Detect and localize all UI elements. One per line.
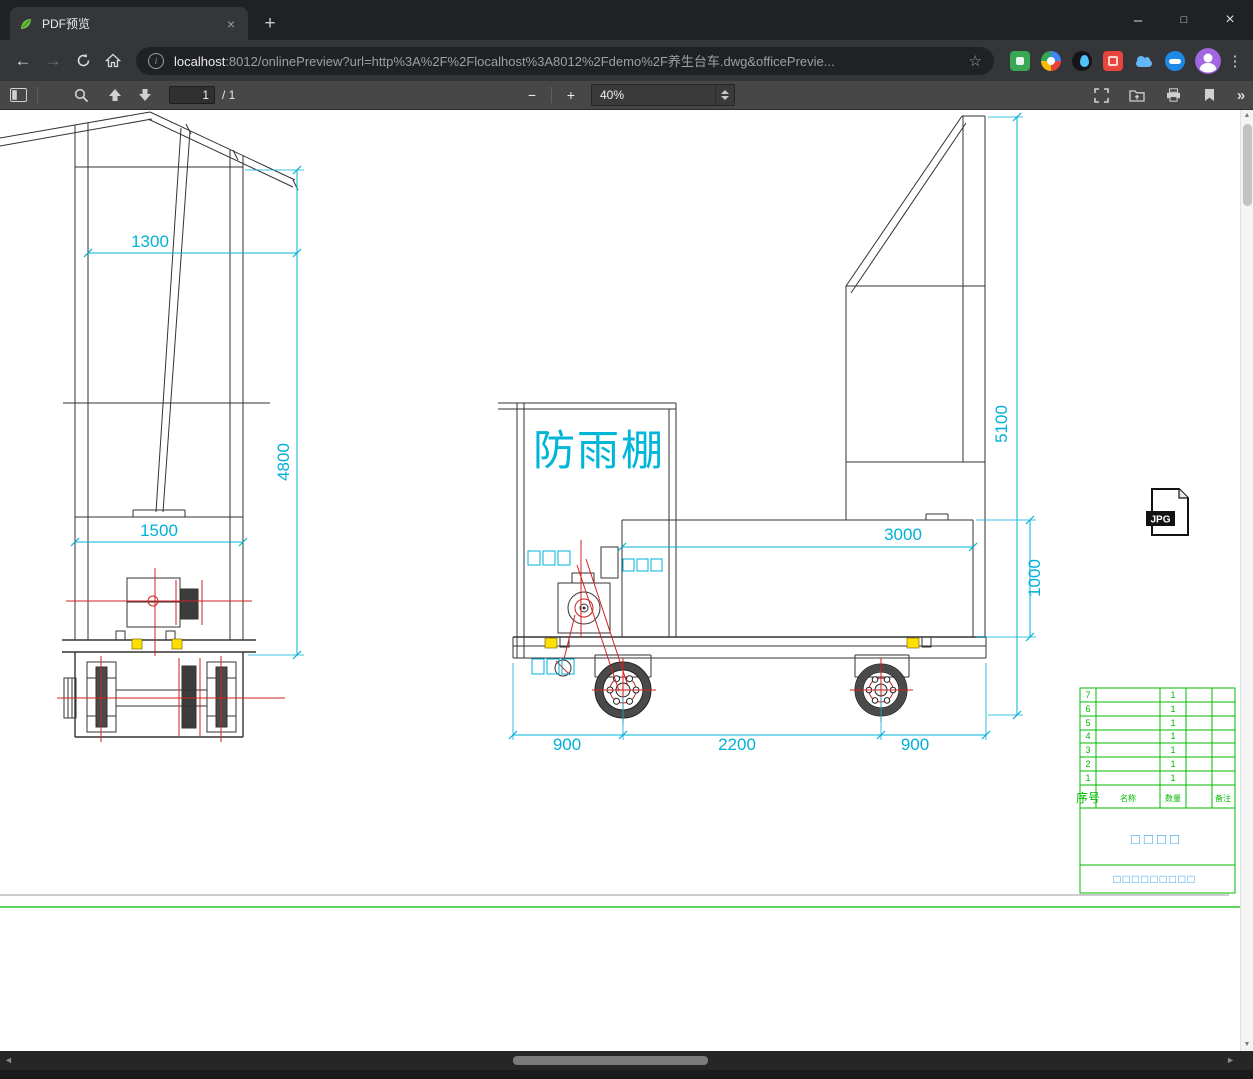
page-total-label: / 1: [222, 88, 236, 102]
scroll-down-icon[interactable]: ▼: [1241, 1041, 1253, 1048]
url-field[interactable]: i localhost:8012/onlinePreview?url=http%…: [136, 46, 994, 75]
drawing-title-placeholder: □□□□: [1131, 831, 1183, 848]
dim-1500: 1500: [140, 521, 178, 540]
svg-text:1: 1: [1170, 759, 1175, 769]
extension-icon-1[interactable]: [1010, 50, 1030, 71]
title-block-rows: 7 1 6 1 5 1 4 1 3 1 2 1 1 1: [1085, 690, 1175, 783]
svg-text:6: 6: [1085, 704, 1090, 714]
extension-icon-6[interactable]: [1165, 50, 1185, 71]
tab-close-icon[interactable]: ×: [222, 15, 240, 33]
svg-text:1: 1: [1085, 773, 1090, 783]
svg-text:备注: 备注: [1215, 793, 1231, 803]
more-tools-button[interactable]: »: [1233, 87, 1249, 104]
search-icon[interactable]: [69, 83, 93, 107]
pdf-viewer-content: 1300 4800 1500 防雨棚 3000 1000 5100 900 22…: [0, 110, 1253, 1051]
scroll-left-icon[interactable]: ◄: [4, 1055, 13, 1065]
sidebar-toggle-button[interactable]: [6, 83, 30, 107]
browser-tab[interactable]: PDF预览 ×: [10, 7, 248, 40]
title-bar: PDF预览 × + – □ ×: [0, 0, 1253, 40]
svg-text:1: 1: [1170, 718, 1175, 728]
extensions-row: [1010, 50, 1185, 71]
url-text: localhost:8012/onlinePreview?url=http%3A…: [174, 54, 835, 69]
page-number-input[interactable]: [169, 86, 215, 104]
svg-text:5: 5: [1085, 718, 1090, 728]
shelter-label: 防雨棚: [533, 427, 665, 474]
toolbar-divider: [551, 87, 552, 103]
open-file-button[interactable]: [1125, 83, 1149, 107]
dim-4800: 4800: [274, 443, 293, 481]
pdf-toolbar: / 1 − + 40% »: [0, 81, 1253, 110]
maximize-button[interactable]: □: [1161, 0, 1207, 40]
title-block: [1079, 687, 1236, 894]
dim-900-left: 900: [553, 735, 581, 754]
profile-avatar[interactable]: [1195, 47, 1221, 74]
next-page-button[interactable]: [133, 83, 157, 107]
presentation-mode-button[interactable]: [1089, 83, 1113, 107]
home-button[interactable]: [98, 46, 128, 76]
zoom-select[interactable]: 40%: [591, 84, 735, 106]
tab-title: PDF预览: [42, 17, 91, 31]
svg-text:JPG: JPG: [1150, 515, 1170, 526]
title-block-header: 序号 名称 数量 备注: [1076, 790, 1231, 805]
back-button[interactable]: ←: [8, 46, 38, 76]
horizontal-scrollbar-thumb[interactable]: [513, 1056, 708, 1065]
extension-icon-cloud[interactable]: [1134, 51, 1154, 71]
address-bar: ← → i localhost:8012/onlinePreview?url=h…: [0, 40, 1253, 81]
close-button[interactable]: ×: [1207, 0, 1253, 40]
zoom-out-button[interactable]: −: [520, 83, 544, 107]
window-bottom-edge: [0, 1070, 1253, 1079]
zoom-in-button[interactable]: +: [559, 83, 583, 107]
scroll-up-icon[interactable]: ▲: [1241, 112, 1253, 119]
front-view-dimensions: [70, 165, 304, 660]
bookmark-button[interactable]: [1197, 83, 1221, 107]
front-view: [0, 111, 299, 738]
cad-drawing-page: 1300 4800 1500 防雨棚 3000 1000 5100 900 22…: [0, 111, 1240, 908]
dim-1300: 1300: [131, 232, 169, 251]
browser-window: PDF预览 × + – □ × ← → i localhost:8012/onl…: [0, 0, 1253, 1079]
dim-5100: 5100: [992, 405, 1011, 443]
svg-text:1: 1: [1170, 731, 1175, 741]
favicon-leaf-icon: [18, 16, 34, 32]
svg-text:7: 7: [1085, 690, 1090, 700]
dim-3000: 3000: [884, 525, 922, 544]
svg-text:数量: 数量: [1165, 793, 1181, 803]
dim-2200: 2200: [718, 735, 756, 754]
vertical-scrollbar-thumb[interactable]: [1243, 124, 1252, 206]
drawing-number-placeholder: □□□□□□□□□: [1113, 872, 1196, 886]
svg-text:1: 1: [1170, 773, 1175, 783]
svg-text:2: 2: [1085, 759, 1090, 769]
side-view: [498, 115, 987, 678]
svg-text:1: 1: [1170, 704, 1175, 714]
svg-text:1: 1: [1170, 690, 1175, 700]
svg-text:名称: 名称: [1120, 793, 1136, 803]
extension-icon-4[interactable]: [1103, 50, 1123, 71]
browser-menu-icon[interactable]: ⋮: [1225, 46, 1245, 76]
previous-page-button[interactable]: [103, 83, 127, 107]
svg-text:1: 1: [1170, 745, 1175, 755]
site-info-icon[interactable]: i: [148, 52, 164, 69]
dim-900-right: 900: [901, 735, 929, 754]
svg-text:4: 4: [1085, 731, 1090, 741]
reload-button[interactable]: [68, 46, 98, 76]
bookmark-star-icon[interactable]: ☆: [969, 52, 982, 70]
window-controls: – □ ×: [1115, 0, 1253, 40]
dim-1000: 1000: [1025, 559, 1044, 597]
zoom-value: 40%: [600, 88, 625, 102]
extension-icon-2[interactable]: [1041, 50, 1061, 71]
minimize-button[interactable]: –: [1115, 0, 1161, 40]
svg-text:序号: 序号: [1076, 790, 1100, 805]
zoom-select-arrows-icon: [715, 85, 734, 105]
toolbar-divider: [37, 87, 38, 103]
jpg-file-icon: JPG: [1146, 488, 1189, 536]
print-button[interactable]: [1161, 83, 1185, 107]
vertical-scrollbar[interactable]: ▲ ▼: [1240, 110, 1253, 1051]
svg-text:3: 3: [1085, 745, 1090, 755]
extension-icon-3[interactable]: [1072, 50, 1092, 71]
new-tab-button[interactable]: +: [256, 10, 284, 38]
forward-button[interactable]: →: [38, 46, 68, 76]
scroll-right-icon[interactable]: ►: [1226, 1055, 1235, 1065]
horizontal-scrollbar[interactable]: ◄ ►: [0, 1051, 1253, 1070]
